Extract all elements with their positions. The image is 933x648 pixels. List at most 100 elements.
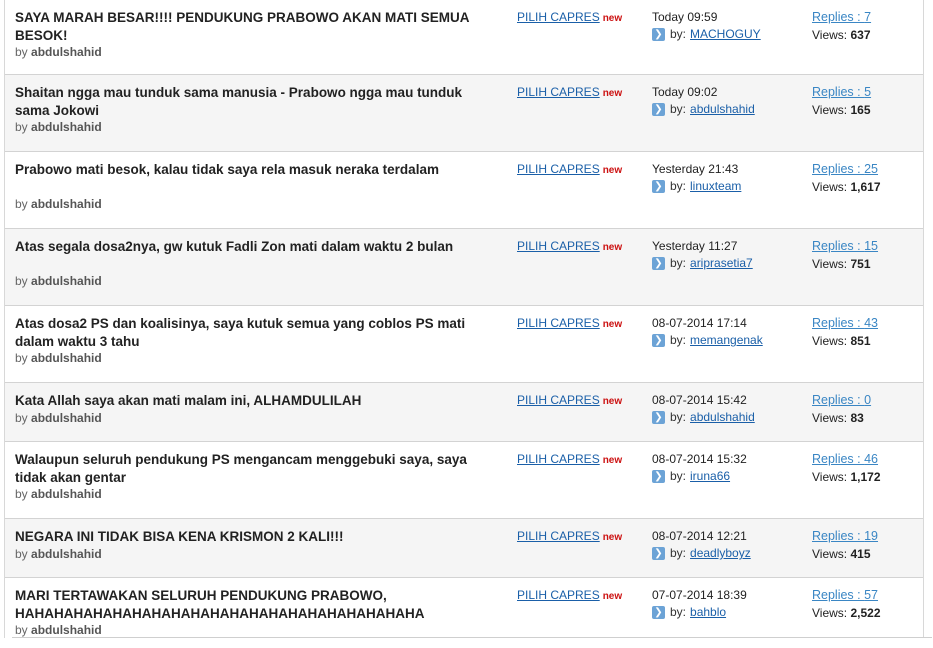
thread-title[interactable]: Shaitan ngga mau tunduk sama manusia - P… xyxy=(15,84,475,120)
last-post-date: 08-07-2014 15:42 xyxy=(652,393,747,407)
go-to-last-post-icon[interactable]: ❯ xyxy=(652,102,665,116)
thread-author: by abdulshahid xyxy=(15,45,102,59)
thread-title[interactable]: Atas dosa2 PS dan koalisinya, saya kutuk… xyxy=(15,315,475,351)
thread-title[interactable]: Prabowo mati besok, kalau tidak saya rel… xyxy=(15,161,475,179)
thread-row: Atas segala dosa2nya, gw kutuk Fadli Zon… xyxy=(5,229,923,306)
new-badge: new xyxy=(602,532,623,543)
thread-author: by abdulshahid xyxy=(15,411,102,425)
new-badge: new xyxy=(602,13,623,24)
new-badge: new xyxy=(602,165,623,176)
category-link[interactable]: PILIH CAPRES new xyxy=(517,588,622,602)
author-name[interactable]: abdulshahid xyxy=(31,274,102,288)
last-post-date: Yesterday 11:27 xyxy=(652,239,738,253)
thread-row: Shaitan ngga mau tunduk sama manusia - P… xyxy=(5,75,923,152)
replies-link[interactable]: Replies : 5 xyxy=(812,85,871,99)
views-count: Views: 2,522 xyxy=(812,606,881,620)
last-post-info: ❯ by: memangenak xyxy=(652,333,763,347)
go-to-last-post-icon[interactable]: ❯ xyxy=(652,410,665,424)
last-post-info: ❯ by: linuxteam xyxy=(652,179,741,193)
replies-link[interactable]: Replies : 0 xyxy=(812,393,871,407)
thread-row: NEGARA INI TIDAK BISA KENA KRISMON 2 KAL… xyxy=(5,519,923,578)
replies-link[interactable]: Replies : 43 xyxy=(812,316,878,330)
thread-author: by abdulshahid xyxy=(15,487,102,501)
last-poster-link[interactable]: abdulshahid xyxy=(690,410,755,424)
thread-row: Kata Allah saya akan mati malam ini, ALH… xyxy=(5,383,923,442)
last-post-date: Yesterday 21:43 xyxy=(652,162,739,176)
category-link[interactable]: PILIH CAPRES new xyxy=(517,162,622,176)
last-post-info: ❯ by: MACHOGUY xyxy=(652,27,761,41)
thread-author: by abdulshahid xyxy=(15,120,102,134)
thread-author: by abdulshahid xyxy=(15,274,102,288)
thread-author: by abdulshahid xyxy=(15,351,102,365)
last-poster-link[interactable]: bahblo xyxy=(690,605,726,619)
last-post-date: 08-07-2014 17:14 xyxy=(652,316,747,330)
category-link[interactable]: PILIH CAPRES new xyxy=(517,529,622,543)
last-post-info: ❯ by: abdulshahid xyxy=(652,410,755,424)
replies-link[interactable]: Replies : 25 xyxy=(812,162,878,176)
replies-link[interactable]: Replies : 19 xyxy=(812,529,878,543)
thread-author: by abdulshahid xyxy=(15,623,102,637)
thread-title[interactable]: NEGARA INI TIDAK BISA KENA KRISMON 2 KAL… xyxy=(15,528,475,546)
views-count: Views: 851 xyxy=(812,334,871,348)
replies-link[interactable]: Replies : 7 xyxy=(812,10,871,24)
go-to-last-post-icon[interactable]: ❯ xyxy=(652,179,665,193)
last-poster-link[interactable]: iruna66 xyxy=(690,469,730,483)
thread-title[interactable]: SAYA MARAH BESAR!!!! PENDUKUNG PRABOWO A… xyxy=(15,9,475,45)
views-count: Views: 1,617 xyxy=(812,180,881,194)
replies-link[interactable]: Replies : 46 xyxy=(812,452,878,466)
scroll-edge-divider xyxy=(12,637,932,638)
author-name[interactable]: abdulshahid xyxy=(31,120,102,134)
last-post-date: 07-07-2014 18:39 xyxy=(652,588,747,602)
go-to-last-post-icon[interactable]: ❯ xyxy=(652,546,665,560)
thread-row: MARI TERTAWAKAN SELURUH PENDUKUNG PRABOW… xyxy=(5,578,923,638)
last-post-info: ❯ by: iruna66 xyxy=(652,469,730,483)
category-link[interactable]: PILIH CAPRES new xyxy=(517,316,622,330)
thread-title[interactable]: MARI TERTAWAKAN SELURUH PENDUKUNG PRABOW… xyxy=(15,587,475,623)
last-poster-link[interactable]: ariprasetia7 xyxy=(690,256,753,270)
author-name[interactable]: abdulshahid xyxy=(31,197,102,211)
last-poster-link[interactable]: abdulshahid xyxy=(690,102,755,116)
category-link[interactable]: PILIH CAPRES new xyxy=(517,452,622,466)
category-link[interactable]: PILIH CAPRES new xyxy=(517,85,622,99)
thread-row: Prabowo mati besok, kalau tidak saya rel… xyxy=(5,152,923,229)
author-name[interactable]: abdulshahid xyxy=(31,45,102,59)
last-poster-link[interactable]: memangenak xyxy=(690,333,763,347)
thread-title[interactable]: Walaupun seluruh pendukung PS mengancam … xyxy=(15,451,475,487)
author-name[interactable]: abdulshahid xyxy=(31,411,102,425)
go-to-last-post-icon[interactable]: ❯ xyxy=(652,256,665,270)
last-poster-link[interactable]: linuxteam xyxy=(690,179,741,193)
thread-title[interactable]: Atas segala dosa2nya, gw kutuk Fadli Zon… xyxy=(15,238,475,256)
author-name[interactable]: abdulshahid xyxy=(31,487,102,501)
replies-link[interactable]: Replies : 57 xyxy=(812,588,878,602)
last-post-info: ❯ by: deadlyboyz xyxy=(652,546,751,560)
thread-row: Atas dosa2 PS dan koalisinya, saya kutuk… xyxy=(5,306,923,383)
replies-link[interactable]: Replies : 15 xyxy=(812,239,878,253)
last-poster-link[interactable]: MACHOGUY xyxy=(690,27,761,41)
thread-list: SAYA MARAH BESAR!!!! PENDUKUNG PRABOWO A… xyxy=(4,0,924,638)
views-count: Views: 165 xyxy=(812,103,871,117)
go-to-last-post-icon[interactable]: ❯ xyxy=(652,27,665,41)
last-post-date: Today 09:59 xyxy=(652,10,718,24)
last-post-date: Today 09:02 xyxy=(652,85,718,99)
new-badge: new xyxy=(602,242,623,253)
last-post-info: ❯ by: abdulshahid xyxy=(652,102,755,116)
last-post-info: ❯ by: ariprasetia7 xyxy=(652,256,753,270)
go-to-last-post-icon[interactable]: ❯ xyxy=(652,333,665,347)
author-name[interactable]: abdulshahid xyxy=(31,351,102,365)
author-name[interactable]: abdulshahid xyxy=(31,547,102,561)
go-to-last-post-icon[interactable]: ❯ xyxy=(652,469,665,483)
last-post-info: ❯ by: bahblo xyxy=(652,605,726,619)
new-badge: new xyxy=(602,455,623,466)
go-to-last-post-icon[interactable]: ❯ xyxy=(652,605,665,619)
author-name[interactable]: abdulshahid xyxy=(31,623,102,637)
views-count: Views: 83 xyxy=(812,411,864,425)
last-poster-link[interactable]: deadlyboyz xyxy=(690,546,751,560)
new-badge: new xyxy=(602,396,623,407)
views-count: Views: 751 xyxy=(812,257,871,271)
thread-row: Walaupun seluruh pendukung PS mengancam … xyxy=(5,442,923,519)
thread-title[interactable]: Kata Allah saya akan mati malam ini, ALH… xyxy=(15,392,475,410)
category-link[interactable]: PILIH CAPRES new xyxy=(517,10,622,24)
new-badge: new xyxy=(602,319,623,330)
category-link[interactable]: PILIH CAPRES new xyxy=(517,393,622,407)
category-link[interactable]: PILIH CAPRES new xyxy=(517,239,622,253)
